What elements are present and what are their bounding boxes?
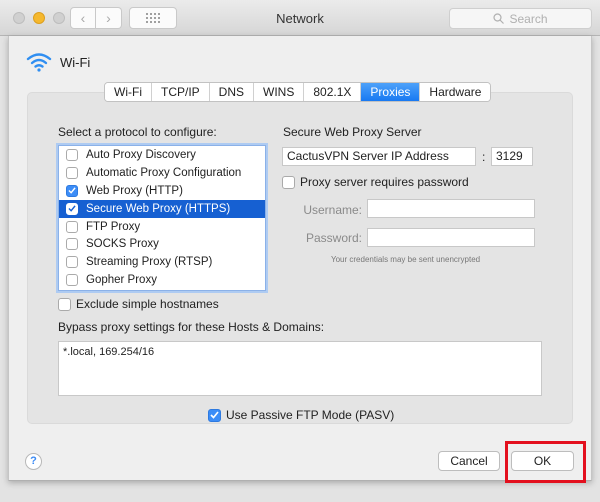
protocol-list-item[interactable]: Web Proxy (HTTP) <box>59 182 265 200</box>
protocol-checkbox[interactable] <box>66 148 78 161</box>
protocol-heading: Select a protocol to configure: <box>58 125 217 139</box>
protocol-label: Gopher Proxy <box>86 274 157 287</box>
protocol-checkbox[interactable] <box>66 256 78 269</box>
protocol-list-item[interactable]: SOCKS Proxy <box>59 235 265 253</box>
tab-8021x[interactable]: 802.1X <box>304 83 362 101</box>
cancel-button[interactable]: Cancel <box>438 451 500 471</box>
search-placeholder: Search <box>509 11 548 26</box>
protocol-label: Auto Proxy Discovery <box>86 148 196 161</box>
search-field[interactable]: Search <box>449 8 592 29</box>
tab-proxies[interactable]: Proxies <box>361 83 421 101</box>
checkmark-icon <box>68 205 76 212</box>
password-label: Password: <box>305 231 362 245</box>
exclude-simple-hostnames-checkbox[interactable]: Exclude simple hostnames <box>58 297 219 311</box>
protocol-label: Streaming Proxy (RTSP) <box>86 256 213 269</box>
protocol-list-item[interactable]: FTP Proxy <box>59 218 265 236</box>
checkmark-icon <box>210 411 219 419</box>
exclude-simple-hostnames-label: Exclude simple hostnames <box>76 297 219 311</box>
protocol-list-item[interactable]: Streaming Proxy (RTSP) <box>59 253 265 271</box>
checkbox-box[interactable] <box>58 297 71 311</box>
tab-dns[interactable]: DNS <box>209 83 254 101</box>
passive-ftp-checkbox[interactable]: Use Passive FTP Mode (PASV) <box>208 408 394 422</box>
protocol-checkbox[interactable] <box>66 220 78 233</box>
requires-password-label: Proxy server requires password <box>300 175 469 189</box>
protocol-label: Web Proxy (HTTP) <box>86 184 183 197</box>
protocol-label: FTP Proxy <box>86 220 141 233</box>
protocol-checkbox[interactable] <box>66 166 78 179</box>
protocol-checkbox[interactable] <box>66 274 78 287</box>
tab-hardware[interactable]: Hardware <box>420 83 491 101</box>
wifi-icon <box>26 53 52 72</box>
protocol-label: SOCKS Proxy <box>86 238 159 251</box>
service-header: Wi-Fi <box>26 52 90 72</box>
protocol-list-item[interactable]: Automatic Proxy Configuration <box>59 164 265 182</box>
protocol-list-item[interactable]: Auto Proxy Discovery <box>59 146 265 164</box>
username-label: Username: <box>303 203 362 217</box>
protocol-checkbox[interactable] <box>66 202 78 215</box>
bypass-hosts-field[interactable]: *.local, 169.254/16 <box>58 341 542 396</box>
tab-wifi[interactable]: Wi-Fi <box>105 83 152 101</box>
checkbox-box[interactable] <box>282 175 295 189</box>
service-name: Wi-Fi <box>60 54 91 70</box>
requires-password-checkbox[interactable]: Proxy server requires password <box>282 175 469 189</box>
protocol-list-item[interactable]: Gopher Proxy <box>59 271 265 289</box>
bypass-label: Bypass proxy settings for these Hosts & … <box>58 320 325 334</box>
protocol-checkbox[interactable] <box>66 184 78 197</box>
protocol-checkbox[interactable] <box>66 238 78 251</box>
help-button[interactable]: ? <box>25 453 42 470</box>
protocol-list-item[interactable]: Secure Web Proxy (HTTPS) <box>59 199 265 218</box>
protocol-list[interactable]: Auto Proxy Discovery Automatic Proxy Conf… <box>58 145 266 291</box>
port-separator: : <box>482 150 486 164</box>
checkbox-box[interactable] <box>208 408 221 422</box>
title-bar: ‹ › Network Search <box>0 0 600 36</box>
ok-highlight-box <box>505 441 586 483</box>
server-heading: Secure Web Proxy Server <box>283 125 422 139</box>
credentials-note: Your credentials may be sent unencrypted <box>331 255 481 264</box>
tab-tcpip[interactable]: TCP/IP <box>151 83 210 101</box>
protocol-label: Automatic Proxy Configuration <box>86 166 242 179</box>
username-field[interactable] <box>367 199 535 218</box>
password-field[interactable] <box>367 228 535 247</box>
proxy-server-address-field[interactable]: CactusVPN Server IP Address <box>282 147 476 166</box>
tab-wins[interactable]: WINS <box>254 83 305 101</box>
passive-ftp-label: Use Passive FTP Mode (PASV) <box>226 408 395 422</box>
tab-bar: Wi-Fi TCP/IP DNS WINS 802.1X Proxies Har… <box>104 82 492 102</box>
proxy-port-field[interactable]: 3129 <box>491 147 533 166</box>
checkmark-icon <box>68 187 76 194</box>
search-icon <box>493 13 505 24</box>
protocol-label: Secure Web Proxy (HTTPS) <box>86 202 231 215</box>
